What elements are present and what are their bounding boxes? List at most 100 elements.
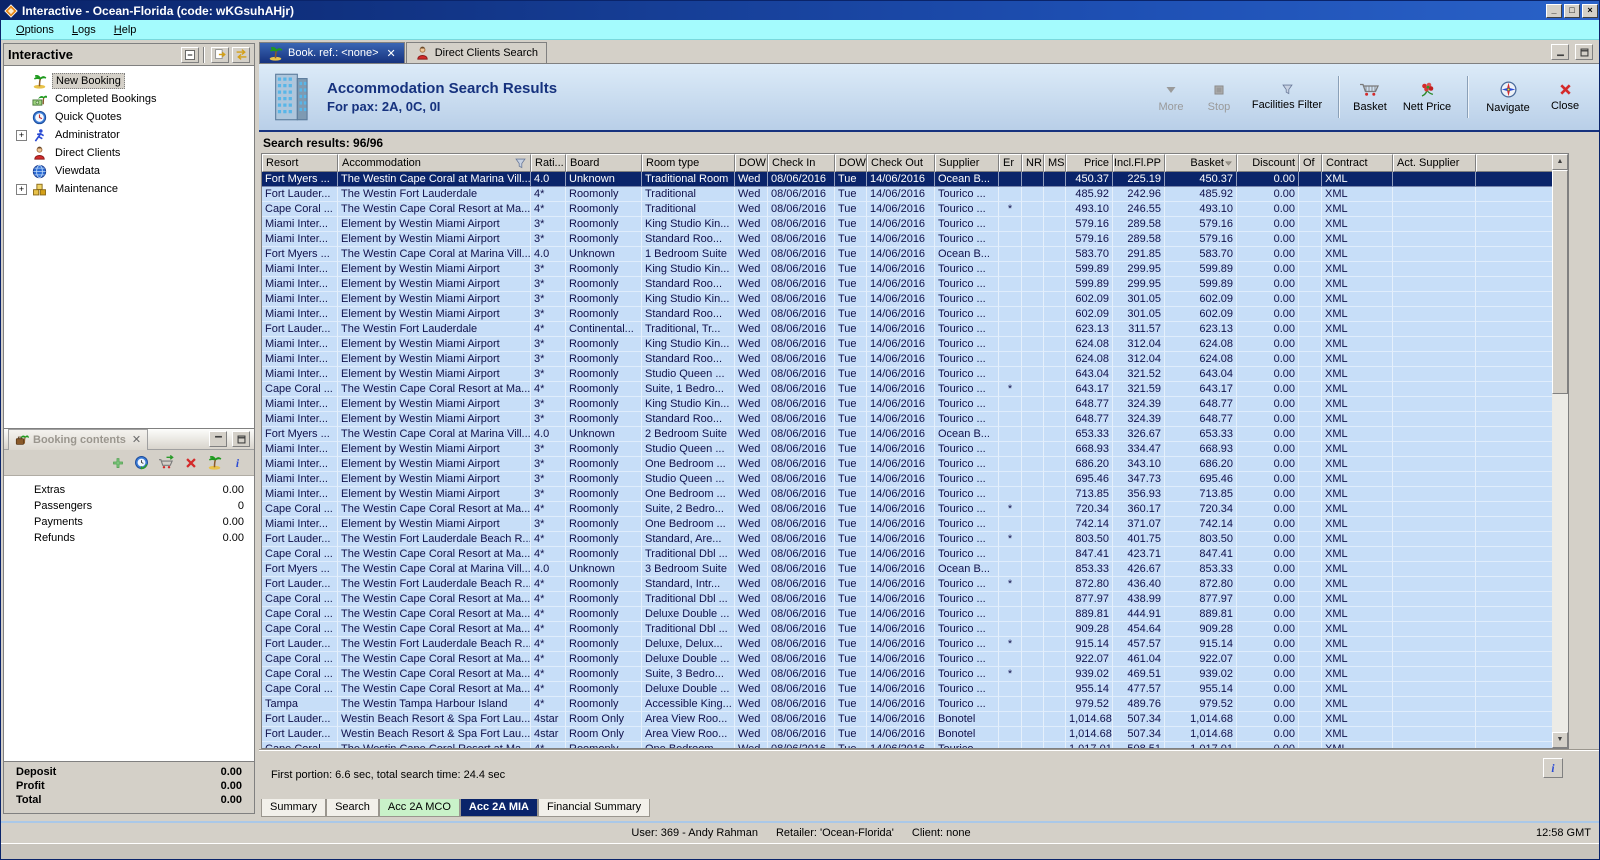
table-row[interactable]: Fort Myers ... The Westin Cape Coral at M… [262,247,1554,262]
table-row[interactable]: Miami Inter... Element by Westin Miami Ai… [262,217,1554,232]
bottom-tab-search[interactable]: Search [326,799,379,817]
column-header-board[interactable]: Board [566,154,642,172]
column-header-er[interactable]: Er [999,154,1022,172]
table-row[interactable]: Fort Myers ... The Westin Cape Coral at M… [262,427,1554,442]
table-row[interactable]: Fort Lauder... The Westin Fort Lauderdale… [262,322,1554,337]
column-header-room-type[interactable]: Room type [642,154,735,172]
navigate-button[interactable]: Navigate [1477,77,1539,117]
facilities-filter-button[interactable]: Facilities Filter [1245,80,1329,114]
table-row[interactable]: Fort Myers ... The Westin Cape Coral at M… [262,172,1554,187]
minimize-button[interactable]: _ [1546,3,1562,18]
column-header-incl-fl-pp[interactable]: Incl.Fl.PP [1113,154,1165,172]
booking-contents-row[interactable]: Extras 0.00 [4,482,254,498]
info-button[interactable]: i [1543,758,1563,778]
sidebar-item-direct-clients[interactable]: Direct Clients [4,144,254,162]
column-header-check-in[interactable]: Check In [768,154,835,172]
vertical-scrollbar[interactable]: ▲ ▼ [1552,154,1568,748]
table-row[interactable]: Cape Coral ...The Westin Cape Coral Reso… [262,547,1554,562]
palm-tree-icon[interactable] [207,455,222,470]
sidebar-item-viewdata[interactable]: Viewdata [4,162,254,180]
column-header-nr[interactable]: NR [1022,154,1044,172]
table-row[interactable]: Miami Inter... Element by Westin Miami Ai… [262,262,1554,277]
booking-contents-row[interactable]: Refunds 0.00 [4,530,254,546]
swap-arrows-button[interactable] [232,46,250,63]
scroll-thumb[interactable] [1552,170,1568,394]
table-row[interactable]: Miami Inter... Element by Westin Miami Ai… [262,367,1554,382]
column-header-price[interactable]: Price [1066,154,1113,172]
close-tab-icon[interactable]: ✕ [387,47,396,60]
table-row[interactable]: Cape Coral ...The Westin Cape Coral Reso… [262,742,1554,748]
bottom-tab-acc-2a-mia[interactable]: Acc 2A MIA [459,799,538,817]
table-row[interactable]: Miami Inter... Element by Westin Miami Ai… [262,292,1554,307]
table-row[interactable]: Cape Coral ...The Westin Cape Coral Reso… [262,652,1554,667]
table-row[interactable]: Cape Coral ...The Westin Cape Coral Reso… [262,592,1554,607]
table-row[interactable]: Miami Inter... Element by Westin Miami Ai… [262,517,1554,532]
sidebar-item-administrator[interactable]: + Administrator [4,126,254,144]
add-icon[interactable] [111,456,125,470]
column-header-rati-[interactable]: Rati... [531,154,566,172]
sidebar-item-maintenance[interactable]: + Maintenance [4,180,254,198]
close-panel-icon[interactable]: ✕ [132,433,141,446]
menu-item-help[interactable]: Help [105,22,146,38]
table-row[interactable]: Fort Lauder... The Westin Fort Lauderdale… [262,532,1554,547]
maximize-button[interactable]: □ [1564,3,1580,18]
refresh-clock-icon[interactable] [134,455,149,470]
delete-icon[interactable] [184,456,198,470]
bottom-tab-summary[interactable]: Summary [261,799,327,817]
column-header-of[interactable]: Of [1299,154,1322,172]
panel-minimize-button[interactable] [209,431,227,447]
table-row[interactable]: Miami Inter... Element by Westin Miami Ai… [262,352,1554,367]
table-row[interactable]: Miami Inter... Element by Westin Miami Ai… [262,337,1554,352]
bottom-tab-financial-summary[interactable]: Financial Summary [538,799,651,817]
panel-maximize-button[interactable] [232,431,250,447]
table-row[interactable]: Cape Coral ...The Westin Cape Coral Reso… [262,502,1554,517]
booking-contents-tab[interactable]: Booking contents ✕ [8,428,149,450]
nett-price-button[interactable]: Nett Price [1396,78,1458,116]
cart-arrow-icon[interactable] [158,455,175,470]
info-icon[interactable]: i [231,456,244,470]
basket-button[interactable]: Basket [1348,78,1392,116]
table-row[interactable]: Tampa The Westin Tampa Harbour Island 4* Ro… [262,697,1554,712]
table-row[interactable]: Fort Lauder... Westin Beach Resort & Spa … [262,712,1554,727]
column-header-supplier[interactable]: Supplier [935,154,999,172]
column-header-discount[interactable]: Discount [1237,154,1299,172]
table-row[interactable]: Miami Inter... Element by Westin Miami Ai… [262,472,1554,487]
column-header-dow[interactable]: DOW [735,154,768,172]
column-header-dow[interactable]: DOW [835,154,867,172]
panel-maximize-button[interactable] [1575,44,1593,60]
table-row[interactable]: Miami Inter... Element by Westin Miami Ai… [262,412,1554,427]
table-row[interactable]: Cape Coral ...The Westin Cape Coral Reso… [262,667,1554,682]
table-row[interactable]: Fort Lauder... The Westin Fort Lauderdale… [262,187,1554,202]
column-header-contract[interactable]: Contract [1322,154,1393,172]
column-header-accommodation[interactable]: Accommodation [338,154,531,172]
table-row[interactable]: Miami Inter... Element by Westin Miami Ai… [262,442,1554,457]
menu-item-options[interactable]: Options [7,22,63,38]
column-header-basket[interactable]: Basket [1165,154,1237,172]
column-header-ms[interactable]: MS [1044,154,1066,172]
table-row[interactable]: Miami Inter... Element by Westin Miami Ai… [262,457,1554,472]
tab-direct-clients-search[interactable]: Direct Clients Search [405,42,548,63]
table-row[interactable]: Fort Myers ... The Westin Cape Coral at M… [262,562,1554,577]
table-row[interactable]: Cape Coral ...The Westin Cape Coral Reso… [262,607,1554,622]
table-row[interactable]: Miami Inter... Element by Westin Miami Ai… [262,307,1554,322]
panel-minimize-button[interactable] [1551,44,1569,60]
doc-arrow-button[interactable] [211,46,229,63]
tab-book-ref-none-[interactable]: Book. ref.: <none> ✕ [259,42,405,63]
close-button[interactable]: Close [1543,79,1587,115]
table-row[interactable]: Fort Lauder... The Westin Fort Lauderdale… [262,637,1554,652]
close-window-button[interactable]: × [1582,3,1598,18]
scroll-up-button[interactable]: ▲ [1552,154,1568,170]
table-row[interactable]: Cape Coral ...The Westin Cape Coral Reso… [262,202,1554,217]
table-row[interactable]: Fort Lauder... Westin Beach Resort & Spa … [262,727,1554,742]
tree-expander-icon[interactable]: + [16,183,27,195]
tree-expander-icon[interactable]: + [16,129,27,141]
table-row[interactable]: Cape Coral ...The Westin Cape Coral Reso… [262,622,1554,637]
bottom-tab-acc-2a-mco[interactable]: Acc 2A MCO [378,799,460,817]
booking-contents-row[interactable]: Payments 0.00 [4,514,254,530]
column-header-act-supplier[interactable]: Act. Supplier [1393,154,1476,172]
table-row[interactable]: Fort Lauder... The Westin Fort Lauderdale… [262,577,1554,592]
sidebar-item-new-booking[interactable]: New Booking [4,72,254,90]
table-row[interactable]: Cape Coral ...The Westin Cape Coral Reso… [262,682,1554,697]
sidebar-item-quick-quotes[interactable]: Quick Quotes [4,108,254,126]
table-row[interactable]: Miami Inter... Element by Westin Miami Ai… [262,397,1554,412]
